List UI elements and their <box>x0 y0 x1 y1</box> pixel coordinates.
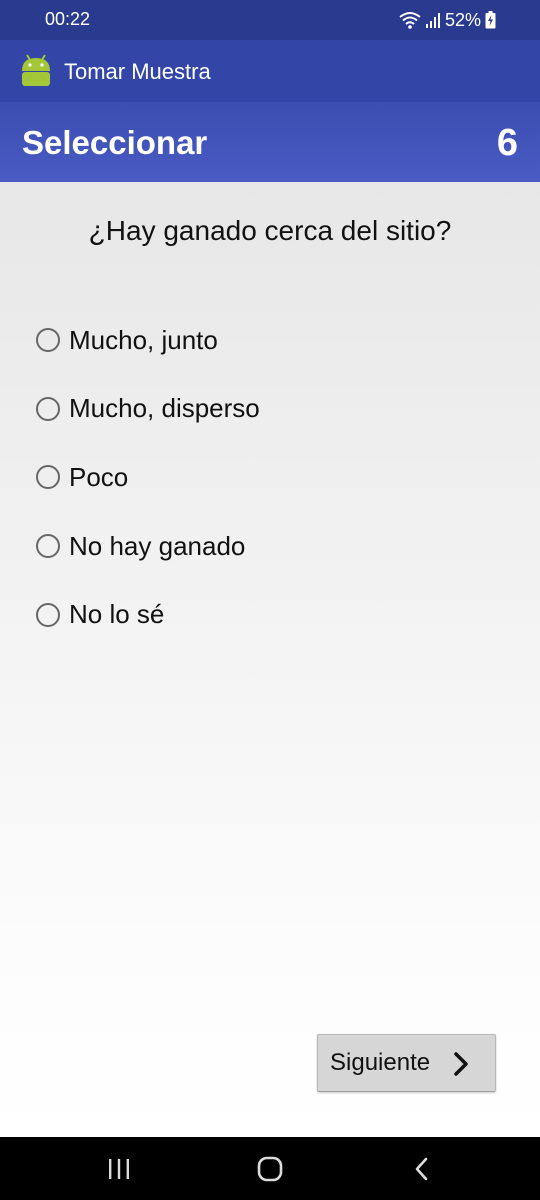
android-icon <box>22 54 50 86</box>
signal-icon <box>425 13 440 28</box>
radio-button[interactable] <box>36 465 60 490</box>
wifi-icon <box>399 12 421 29</box>
radio-button[interactable] <box>36 328 60 353</box>
section-header: Seleccionar 6 <box>0 102 540 182</box>
question-text: ¿Hay ganado cerca del sitio? <box>88 215 452 246</box>
radio-button[interactable] <box>36 534 60 559</box>
app-bar: Tomar Muestra <box>0 40 540 102</box>
next-button-label: Siguiente <box>330 1049 431 1076</box>
question-number: 6 <box>496 122 518 164</box>
status-indicators: 52% <box>399 8 496 32</box>
battery-charging-icon <box>485 11 496 29</box>
option-label: Poco <box>69 461 129 492</box>
chevron-right-icon <box>454 1052 468 1076</box>
battery-percent: 52% <box>444 9 481 30</box>
option-label: Mucho, disperso <box>69 393 260 424</box>
option-label: No hay ganado <box>69 530 246 561</box>
question-panel: ¿Hay ganado cerca del sitio? Mucho, junt… <box>0 182 540 1137</box>
radio-button[interactable] <box>36 396 60 421</box>
recents-icon[interactable] <box>103 1153 135 1185</box>
option-mucho-junto[interactable]: Mucho, junto <box>36 306 496 375</box>
option-no-hay-ganado[interactable]: No hay ganado <box>36 512 496 581</box>
home-icon[interactable] <box>254 1153 286 1185</box>
navigation-bar <box>0 1137 540 1200</box>
next-button[interactable]: Siguiente <box>317 1034 496 1092</box>
option-mucho-disperso[interactable]: Mucho, disperso <box>36 375 496 444</box>
status-time: 00:22 <box>45 9 91 29</box>
answer-options: Mucho, junto Mucho, disperso Poco No hay… <box>36 306 496 649</box>
option-label: No lo sé <box>69 599 165 630</box>
option-poco[interactable]: Poco <box>36 443 496 512</box>
option-label: Mucho, junto <box>69 324 218 355</box>
option-no-lo-se[interactable]: No lo sé <box>36 580 496 649</box>
app-title: Tomar Muestra <box>64 59 211 84</box>
section-title: Seleccionar <box>22 124 208 161</box>
back-icon[interactable] <box>406 1153 438 1185</box>
radio-button[interactable] <box>36 602 60 627</box>
status-bar: 00:22 52% <box>0 0 540 40</box>
